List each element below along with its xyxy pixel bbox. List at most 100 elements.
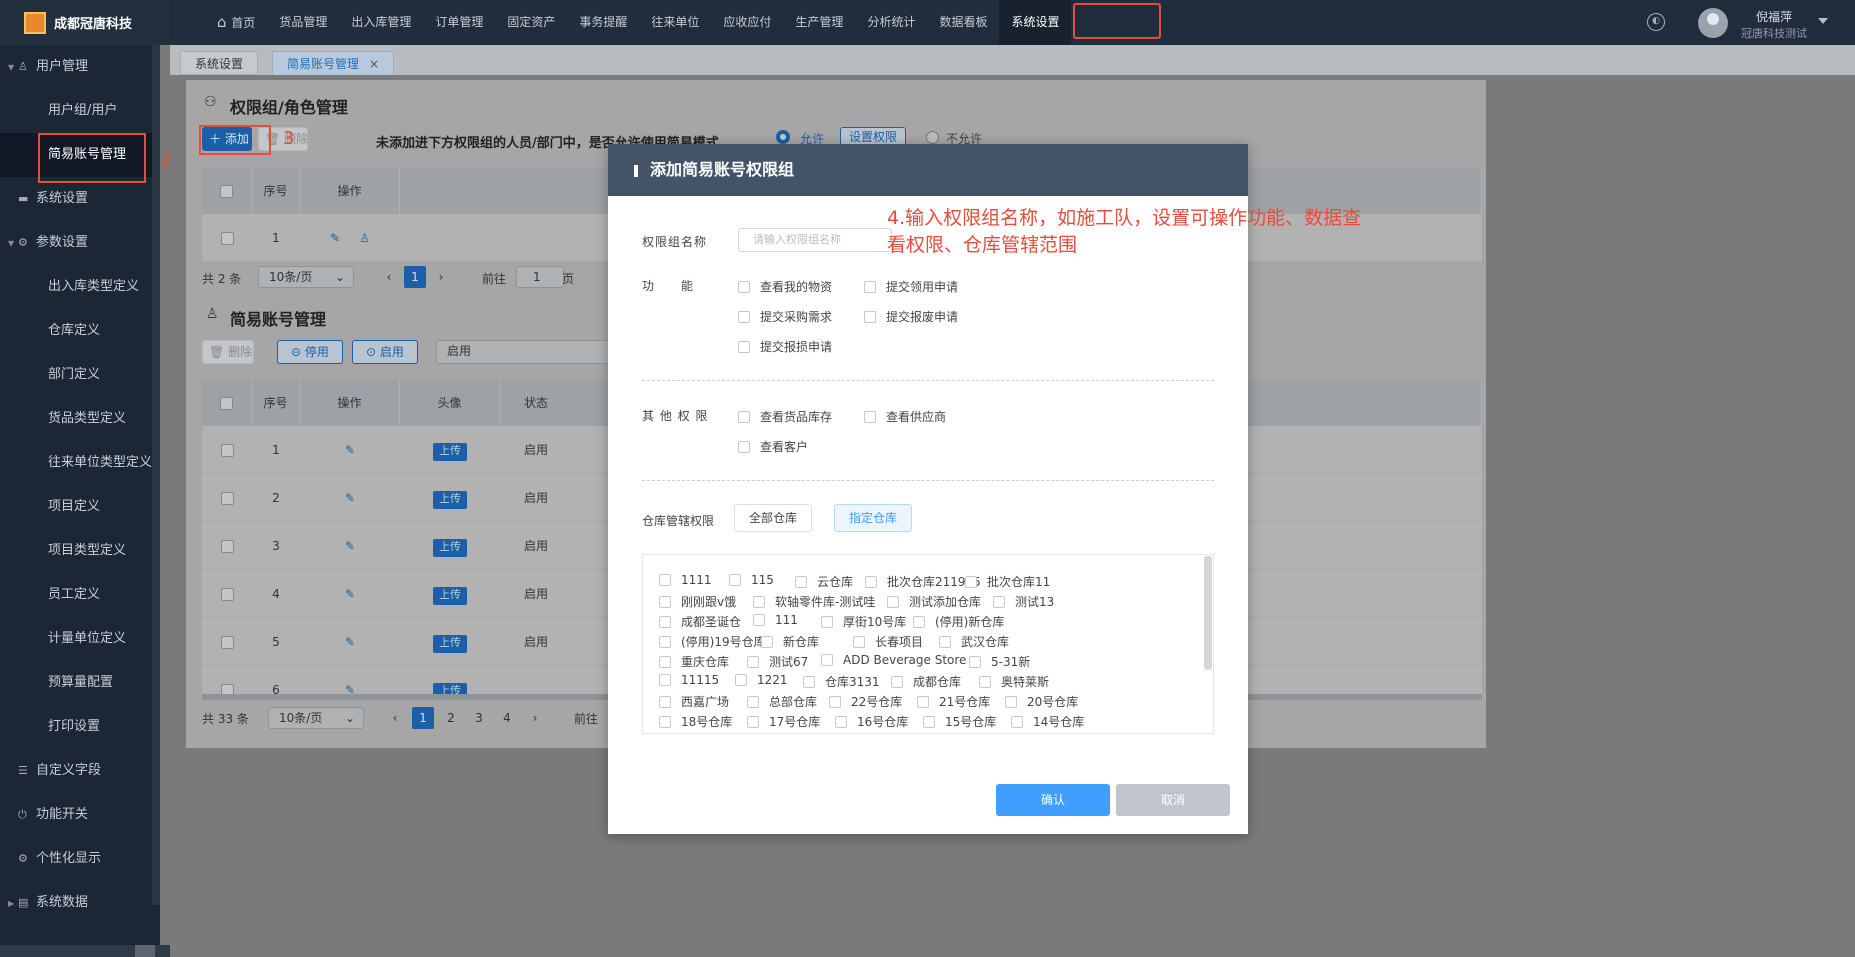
- sidebar-bottom-scroll-thumb[interactable]: [135, 945, 155, 957]
- sidebar-item-2[interactable]: 出入库类型定义: [0, 265, 160, 309]
- nav-item-5[interactable]: 事务提醒: [567, 0, 639, 45]
- next-page-icon[interactable]: ›: [524, 707, 546, 729]
- row-checkbox[interactable]: [202, 618, 252, 666]
- warehouse-option[interactable]: 软轴零件库-测试哇: [753, 593, 875, 610]
- nav-item-7[interactable]: 应收应付: [711, 0, 783, 45]
- close-icon[interactable]: ×: [369, 57, 379, 71]
- edit-icon[interactable]: ✎: [345, 587, 355, 601]
- row-checkbox[interactable]: [202, 426, 252, 474]
- warehouse-option[interactable]: 武汉仓库: [939, 633, 1009, 650]
- sidebar-item-8[interactable]: 项目类型定义: [0, 529, 160, 573]
- warehouse-option[interactable]: (停用)19号仓库: [659, 633, 766, 650]
- sidebar-item-10[interactable]: 计量单位定义: [0, 617, 160, 661]
- sidebar-group-3[interactable]: ☰ 自定义字段: [0, 749, 160, 793]
- warehouse-option[interactable]: 成都圣诞仓: [659, 613, 741, 630]
- warehouse-option[interactable]: 批次仓库11: [965, 573, 1050, 590]
- sidebar-item-7[interactable]: 项目定义: [0, 485, 160, 529]
- warehouse-option[interactable]: 测试13: [993, 593, 1054, 610]
- warehouse-option[interactable]: (停用)新仓库: [913, 613, 1004, 630]
- warehouse-option[interactable]: 长春项目: [853, 633, 923, 650]
- row-checkbox[interactable]: [202, 214, 252, 262]
- warehouse-option[interactable]: 总部仓库: [747, 693, 817, 710]
- disable-button[interactable]: ⊝ 停用: [277, 340, 343, 364]
- sidebar-group-0[interactable]: ▼ ♙ 用户管理: [0, 45, 160, 89]
- func-submit-requisition[interactable]: 提交领用申请: [864, 278, 958, 295]
- warehouse-option[interactable]: 成都仓库: [891, 673, 961, 690]
- warehouse-option[interactable]: ADD Beverage Store: [821, 653, 966, 667]
- perm-view-stock[interactable]: 查看货品库存: [738, 408, 832, 425]
- next-page-icon[interactable]: ›: [430, 266, 452, 288]
- prev-page-icon[interactable]: ‹: [384, 707, 406, 729]
- warehouse-option[interactable]: 21号仓库: [917, 693, 990, 710]
- upload-button[interactable]: 上传: [433, 491, 467, 509]
- sidebar-group-1[interactable]: ▬ 系统设置: [0, 177, 160, 221]
- upload-button[interactable]: 上传: [433, 635, 467, 653]
- nav-item-6[interactable]: 往来单位: [639, 0, 711, 45]
- warehouse-option[interactable]: 20号仓库: [1005, 693, 1078, 710]
- warehouse-option[interactable]: 重庆仓库: [659, 653, 729, 670]
- func-submit-purchase[interactable]: 提交采购需求: [738, 308, 832, 325]
- radio-allow[interactable]: [776, 130, 790, 144]
- func-view-my-materials[interactable]: 查看我的物资: [738, 278, 832, 295]
- account-page-size-select[interactable]: 10条/页 ⌄: [268, 707, 364, 729]
- edit-icon[interactable]: ✎: [345, 635, 355, 649]
- warehouse-option[interactable]: 11115: [659, 673, 719, 687]
- header-checkbox[interactable]: [202, 168, 252, 214]
- warehouse-list-scrollbar[interactable]: [1204, 556, 1212, 670]
- member-icon[interactable]: ♙: [359, 231, 370, 245]
- sidebar-group-6[interactable]: ▶ ▤ 系统数据: [0, 881, 160, 925]
- status-filter-select[interactable]: 启用: [436, 340, 616, 364]
- upload-button[interactable]: 上传: [433, 587, 467, 605]
- nav-item-0[interactable]: ⌂ 首页: [205, 0, 267, 45]
- sidebar-item-9[interactable]: 员工定义: [0, 573, 160, 617]
- perm-view-customer[interactable]: 查看客户: [738, 438, 808, 455]
- perm-view-supplier[interactable]: 查看供应商: [864, 408, 946, 425]
- group-name-input[interactable]: 请输入权限组名称: [738, 228, 892, 252]
- warehouse-option[interactable]: 西嘉广场: [659, 693, 729, 710]
- goto-input[interactable]: 1: [516, 266, 564, 288]
- sidebar-group-5[interactable]: ⚙ 个性化显示: [0, 837, 160, 881]
- sidebar-item-0[interactable]: 用户组/用户: [0, 89, 160, 133]
- prev-page-icon[interactable]: ‹: [378, 266, 400, 288]
- confirm-button[interactable]: 确认: [996, 784, 1110, 816]
- warehouse-option[interactable]: 22号仓库: [829, 693, 902, 710]
- nav-item-3[interactable]: 订单管理: [423, 0, 495, 45]
- tab-simple-account[interactable]: 简易账号管理 ×: [272, 51, 395, 75]
- perm-page-size-select[interactable]: 10条/页 ⌄: [258, 266, 354, 288]
- avatar[interactable]: [1698, 8, 1728, 38]
- warehouse-option[interactable]: 测试添加仓库: [887, 593, 981, 610]
- warehouse-option[interactable]: 1111: [659, 573, 712, 587]
- warehouse-option[interactable]: 云仓库: [795, 573, 853, 590]
- warehouse-option[interactable]: 14号仓库: [1011, 713, 1084, 730]
- enable-button[interactable]: ⊙ 启用: [352, 340, 418, 364]
- account-delete-button[interactable]: 🗑 删除: [202, 340, 254, 364]
- sidebar-item-12[interactable]: 打印设置: [0, 705, 160, 749]
- page-1[interactable]: 1: [404, 266, 426, 288]
- sidebar-item-3[interactable]: 仓库定义: [0, 309, 160, 353]
- nav-item-2[interactable]: 出入库管理: [339, 0, 423, 45]
- edit-icon[interactable]: ✎: [345, 443, 355, 457]
- brand-logo[interactable]: 成都冠唐科技: [0, 0, 170, 45]
- warehouse-option[interactable]: 仓库3131: [803, 673, 880, 690]
- sidebar-item-5[interactable]: 货品类型定义: [0, 397, 160, 441]
- sidebar-item-11[interactable]: 预算量配置: [0, 661, 160, 705]
- sidebar-group-2[interactable]: ▼ ⚙ 参数设置: [0, 221, 160, 265]
- row-checkbox[interactable]: [202, 570, 252, 618]
- all-warehouses-button[interactable]: 全部仓库: [734, 504, 813, 532]
- row-checkbox[interactable]: [202, 522, 252, 570]
- warehouse-option[interactable]: 新仓库: [761, 633, 819, 650]
- nav-item-4[interactable]: 固定资产: [495, 0, 567, 45]
- warehouse-option[interactable]: 1221: [735, 673, 788, 687]
- upload-button[interactable]: 上传: [433, 443, 467, 461]
- warehouse-option[interactable]: 18号仓库: [659, 713, 732, 730]
- warehouse-option[interactable]: 16号仓库: [835, 713, 908, 730]
- nav-item-8[interactable]: 生产管理: [783, 0, 855, 45]
- warehouse-option[interactable]: 刚刚跟v饿: [659, 593, 736, 610]
- page-1[interactable]: 1: [412, 707, 434, 729]
- edit-icon[interactable]: ✎: [345, 539, 355, 553]
- specific-warehouses-button[interactable]: 指定仓库: [834, 504, 913, 532]
- nav-item-1[interactable]: 货品管理: [267, 0, 339, 45]
- warehouse-option[interactable]: 奥特莱斯: [979, 673, 1049, 690]
- theme-toggle-icon[interactable]: ◐: [1647, 13, 1665, 31]
- page-4[interactable]: 4: [496, 707, 518, 729]
